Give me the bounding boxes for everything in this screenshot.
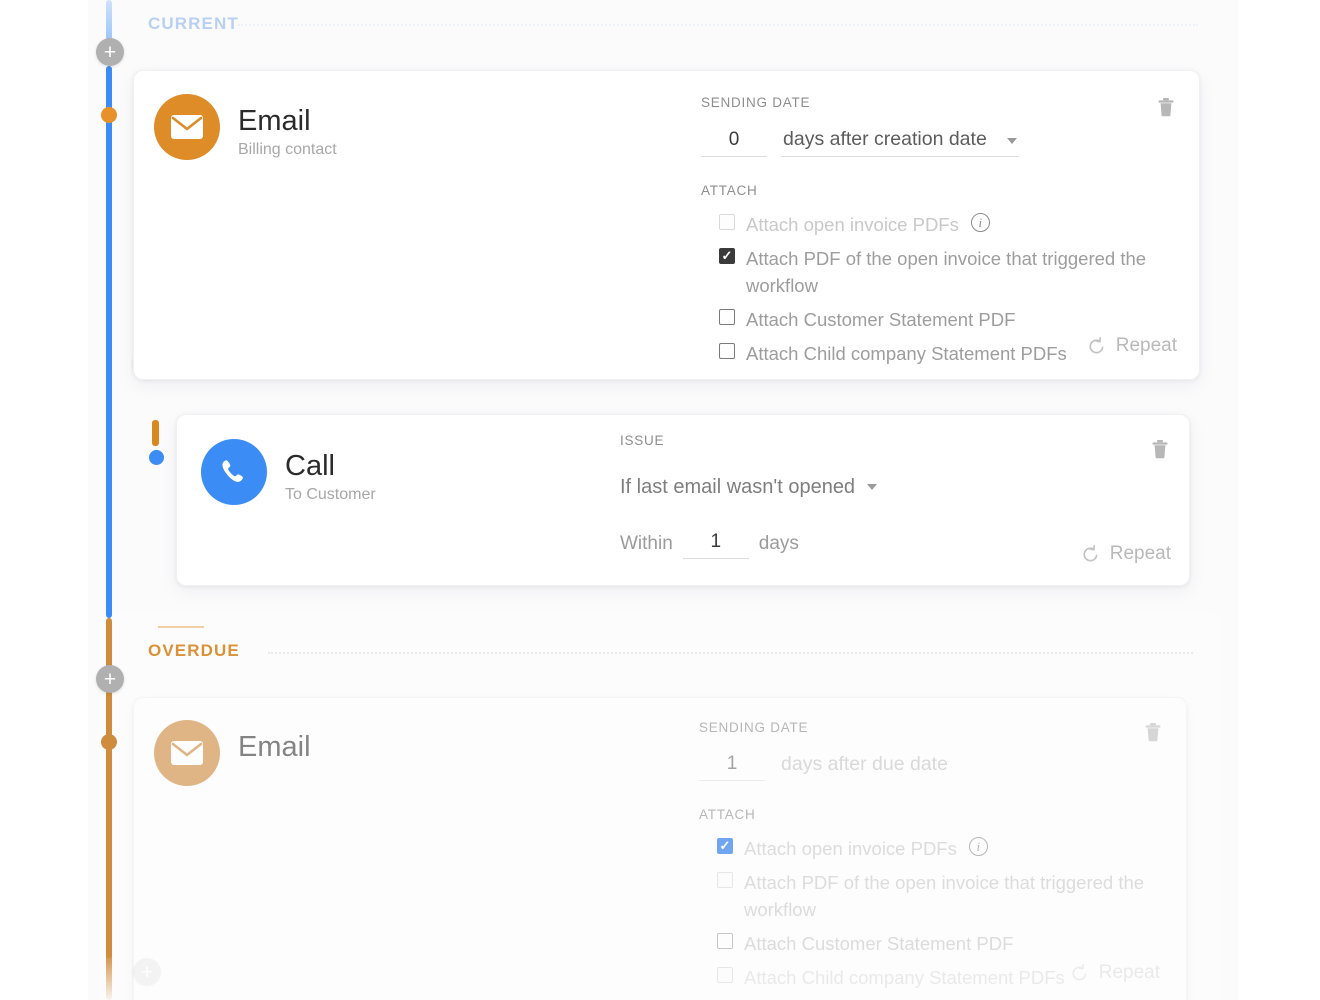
card-header-email-overdue: Email	[154, 720, 311, 786]
rotate-ccw-icon	[1070, 963, 1090, 983]
checkbox-triggered-invoice-pdf[interactable]	[717, 872, 733, 888]
sending-date-days-input[interactable]	[699, 751, 765, 781]
rotate-ccw-icon	[1087, 336, 1107, 356]
timeline-rail-top	[106, 0, 112, 40]
timeline-rail-current	[106, 66, 112, 618]
attach-option-label: Attach PDF of the open invoice that trig…	[746, 245, 1171, 299]
timeline-node-call	[149, 450, 164, 465]
trash-icon[interactable]	[1144, 722, 1162, 742]
section-divider-overdue	[268, 652, 1193, 654]
attach-label: ATTACH	[699, 807, 1169, 822]
repeat-button[interactable]: Repeat	[1087, 335, 1177, 357]
overdue-tick-rule	[158, 626, 204, 628]
repeat-label: Repeat	[1110, 543, 1171, 565]
sending-date-row: days after creation date	[701, 126, 1171, 157]
sending-date-unit-value: days after due date	[781, 753, 948, 776]
trash-icon[interactable]	[1157, 97, 1175, 117]
card-fields-call: ISSUE If last email wasn't opened Within…	[620, 433, 1090, 559]
card-title: Call	[285, 451, 376, 481]
chevron-down-icon	[867, 484, 877, 490]
card-title: Email	[238, 732, 311, 762]
step-card-email-current[interactable]: Email Billing contact SENDING DATE days …	[133, 70, 1200, 380]
section-label-current: CURRENT	[148, 14, 239, 34]
checkbox-triggered-invoice-pdf[interactable]: ✓	[719, 248, 735, 264]
attach-option-customer-statement-pdf[interactable]: Attach Customer Statement PDF	[699, 930, 1169, 957]
card-fields-email-overdue: SENDING DATE days after due date ATTACH …	[699, 720, 1169, 998]
envelope-icon	[154, 94, 220, 160]
sending-date-days-input[interactable]	[701, 127, 767, 157]
attach-option-label: Attach open invoice PDFs	[746, 211, 959, 238]
section-label-overdue: OVERDUE	[148, 641, 240, 661]
phone-icon	[201, 439, 267, 505]
checkbox-customer-statement-pdf[interactable]	[717, 933, 733, 949]
timeline-node-email-overdue	[101, 734, 117, 750]
repeat-button[interactable]: Repeat	[1070, 962, 1160, 984]
info-icon[interactable]: i	[969, 837, 988, 856]
attach-option-triggered-invoice-pdf[interactable]: ✓ Attach PDF of the open invoice that tr…	[701, 245, 1171, 299]
sending-date-row: days after due date	[699, 751, 1169, 781]
repeat-button[interactable]: Repeat	[1081, 543, 1171, 565]
envelope-icon	[154, 720, 220, 786]
trash-icon[interactable]	[1151, 439, 1169, 459]
within-prefix-label: Within	[620, 533, 673, 559]
checkbox-child-company-statement-pdfs[interactable]	[717, 967, 733, 983]
workflow-canvas: + + + + CURRENT OVERDUE Email Billing co…	[0, 0, 1320, 1000]
checkbox-child-company-statement-pdfs[interactable]	[719, 343, 735, 359]
card-header-email-current: Email Billing contact	[154, 94, 337, 160]
checkbox-open-invoice-pdfs[interactable]: ✓	[717, 838, 733, 854]
attach-option-label: Attach Child company Statement PDFs	[746, 340, 1067, 367]
step-card-email-overdue[interactable]: Email SENDING DATE days after due date A…	[133, 697, 1187, 1000]
attach-option-triggered-invoice-pdf[interactable]: Attach PDF of the open invoice that trig…	[699, 869, 1169, 923]
attach-option-label: Attach open invoice PDFs	[744, 835, 957, 862]
card-subtitle: Billing contact	[238, 141, 337, 159]
attach-option-label: Attach Child company Statement PDFs	[744, 964, 1065, 991]
info-icon[interactable]: i	[971, 213, 990, 232]
attach-option-label: Attach PDF of the open invoice that trig…	[744, 869, 1169, 923]
attach-label: ATTACH	[701, 183, 1171, 198]
within-days-row: Within days	[620, 529, 1090, 559]
sending-date-unit-select[interactable]: days after creation date	[781, 126, 1019, 157]
sending-date-unit-select[interactable]: days after due date	[779, 751, 1017, 781]
card-header-call: Call To Customer	[201, 439, 376, 505]
step-card-call[interactable]: Call To Customer ISSUE If last email was…	[176, 414, 1190, 586]
card-subtitle: To Customer	[285, 486, 376, 504]
rotate-ccw-icon	[1081, 544, 1101, 564]
within-suffix-label: days	[759, 533, 799, 559]
sending-date-unit-value: days after creation date	[783, 128, 987, 151]
add-step-button-top[interactable]: +	[96, 38, 124, 66]
section-divider-current	[238, 24, 1198, 26]
card-fields-email-current: SENDING DATE days after creation date AT…	[701, 95, 1171, 374]
attach-option-label: Attach Customer Statement PDF	[744, 930, 1013, 957]
issue-value: If last email wasn't opened	[620, 476, 855, 499]
issue-select[interactable]: If last email wasn't opened	[620, 476, 1090, 499]
sending-date-label: SENDING DATE	[699, 720, 1169, 735]
repeat-label: Repeat	[1116, 335, 1177, 357]
card-title: Email	[238, 106, 337, 136]
attach-option-open-invoice-pdfs[interactable]: Attach open invoice PDFs i	[701, 211, 1171, 238]
attach-option-open-invoice-pdfs[interactable]: ✓ Attach open invoice PDFs i	[699, 835, 1169, 862]
chevron-down-icon	[1007, 138, 1017, 144]
checkbox-open-invoice-pdfs[interactable]	[719, 214, 735, 230]
timeline-node-email-current	[101, 107, 117, 123]
within-days-input[interactable]	[683, 529, 749, 559]
sending-date-label: SENDING DATE	[701, 95, 1171, 110]
timeline-rail-overdue-fade	[106, 952, 112, 1000]
issue-label: ISSUE	[620, 433, 1090, 448]
checkbox-customer-statement-pdf[interactable]	[719, 309, 735, 325]
call-branch-marker	[152, 420, 159, 446]
attach-option-customer-statement-pdf[interactable]: Attach Customer Statement PDF	[701, 306, 1171, 333]
repeat-label: Repeat	[1099, 962, 1160, 984]
attach-option-label: Attach Customer Statement PDF	[746, 306, 1015, 333]
add-step-button-overdue[interactable]: +	[96, 665, 124, 693]
